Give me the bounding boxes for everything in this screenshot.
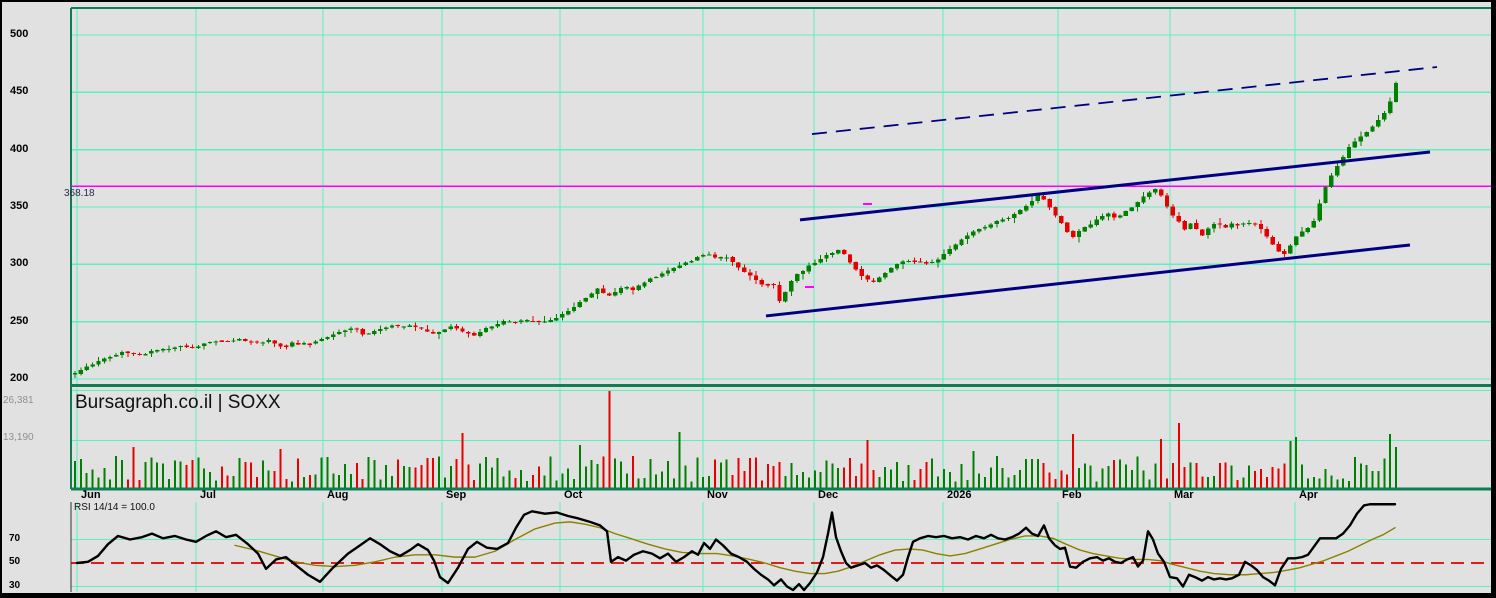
month-label: Jun	[81, 489, 101, 501]
price-axis-tick: 350	[10, 200, 29, 212]
rsi-indicator-title: RSI 14/14 = 100.0	[74, 502, 155, 513]
ref-line-price-label: 368.18	[64, 188, 95, 200]
month-label: Mar	[1174, 489, 1194, 501]
price-axis-tick: 250	[10, 314, 29, 327]
month-label: Oct	[564, 489, 583, 501]
price-axis-tick: 450	[10, 85, 29, 98]
chart-window: 500 450 400 350 300 250 200 368.18 26,38…	[0, 0, 1496, 598]
month-label: Aug	[327, 489, 349, 501]
price-axis-tick: 500	[10, 28, 29, 40]
price-axis-tick: 300	[10, 257, 29, 270]
price-axis-tick: 400	[10, 142, 29, 155]
watermark-symbol-title: Bursagraph.co.il | SOXX	[75, 392, 281, 413]
volume-axis-tick: 26,381	[3, 395, 34, 406]
rsi-axis-tick: 50	[9, 556, 21, 567]
month-label: Apr	[1299, 489, 1318, 501]
volume-axis-tick: 13,190	[3, 432, 34, 443]
month-label: 2026	[947, 489, 972, 501]
month-label: Jul	[200, 489, 216, 501]
month-label: Dec	[818, 489, 839, 501]
month-label: Feb	[1062, 489, 1082, 501]
price-axis-tick: 200	[10, 372, 29, 384]
price-chart-canvas[interactable]	[0, 0, 1496, 598]
month-label: Nov	[707, 489, 728, 501]
month-label: Sep	[446, 489, 467, 501]
rsi-axis-tick: 70	[9, 532, 21, 544]
rsi-axis-tick: 30	[9, 579, 21, 591]
